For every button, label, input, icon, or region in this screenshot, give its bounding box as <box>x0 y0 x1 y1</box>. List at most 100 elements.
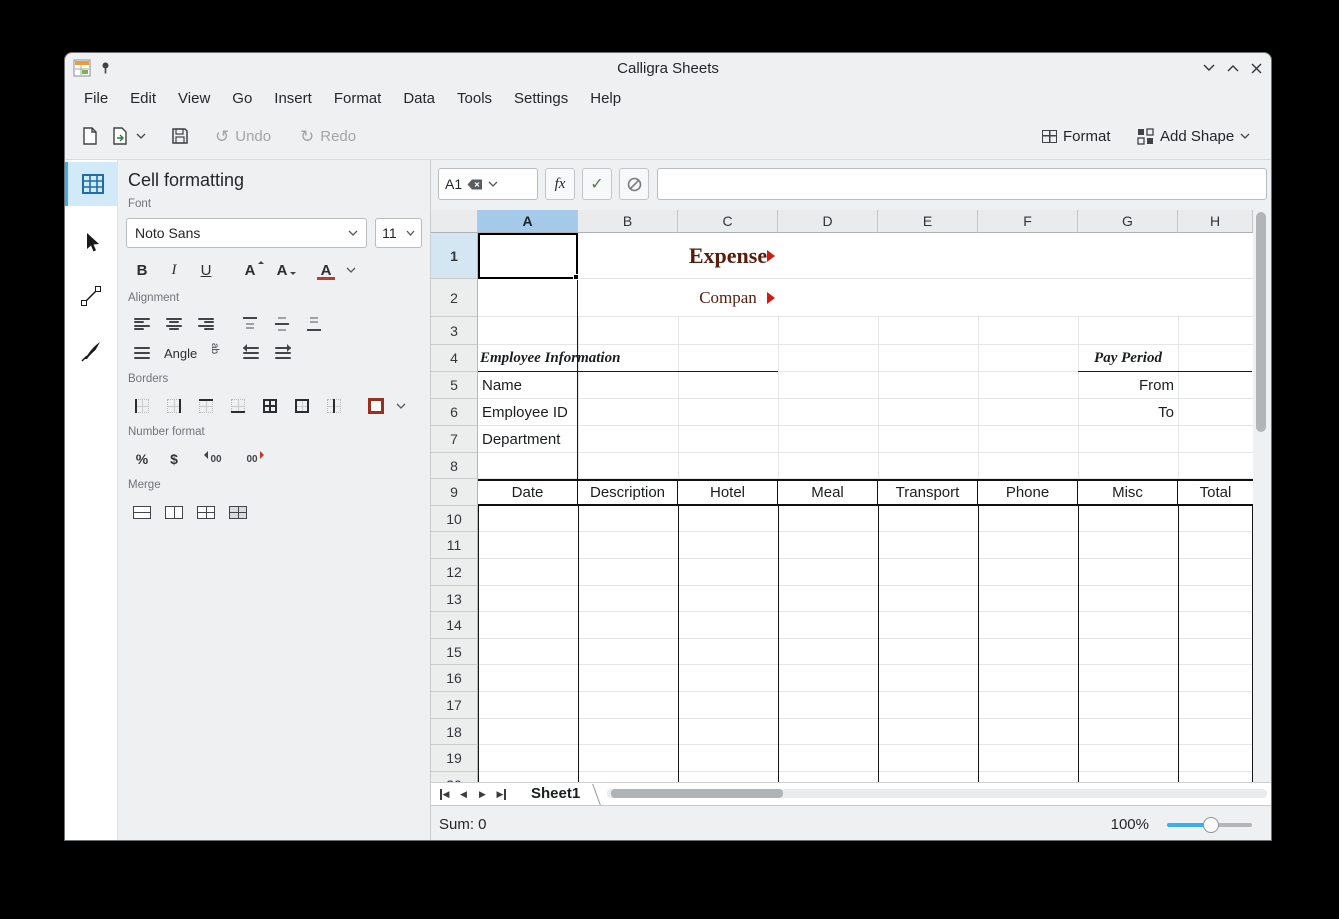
fill-handle[interactable] <box>573 274 579 280</box>
row-header-8[interactable]: 8 <box>431 453 478 479</box>
accept-button[interactable]: ✓ <box>582 168 612 200</box>
column-header-F[interactable]: F <box>978 210 1078 233</box>
cancel-button[interactable] <box>619 168 649 200</box>
precision-more-button[interactable]: 00 <box>202 447 230 471</box>
sheet-tab-active[interactable]: Sheet1 <box>517 783 590 806</box>
cell-employee-information[interactable]: Employee Information <box>480 345 620 372</box>
cell-header-total[interactable]: Total <box>1178 481 1253 504</box>
menu-item[interactable]: Data <box>392 86 446 111</box>
chevron-down-icon[interactable] <box>396 403 406 409</box>
vertical-scrollbar-handle[interactable] <box>1256 212 1266 432</box>
cell-header-description[interactable]: Description <box>578 481 678 504</box>
line-tool-button[interactable] <box>65 276 117 316</box>
align-middle-button[interactable] <box>270 312 294 336</box>
border-bottom-button[interactable] <box>226 394 250 418</box>
border-all-button[interactable] <box>258 394 282 418</box>
align-left-button[interactable] <box>130 312 154 336</box>
redo-button[interactable]: ↻ Redo <box>300 122 356 150</box>
vertical-scrollbar[interactable] <box>1253 210 1269 782</box>
column-header-H[interactable]: H <box>1178 210 1253 233</box>
cell-tool-button[interactable] <box>65 162 117 206</box>
horizontal-scrollbar-handle[interactable] <box>611 789 783 798</box>
column-header-A[interactable]: A <box>478 210 578 233</box>
precision-less-button[interactable]: 00 <box>238 447 266 471</box>
row-header-20[interactable]: 20 <box>431 772 478 782</box>
shrink-font-button[interactable]: A <box>270 258 294 282</box>
row-header-3[interactable]: 3 <box>431 317 478 345</box>
save-button[interactable] <box>170 122 190 150</box>
border-top-button[interactable] <box>194 394 218 418</box>
currency-format-button[interactable]: $ <box>162 447 186 471</box>
row-header-7[interactable]: 7 <box>431 426 478 453</box>
formula-input[interactable] <box>657 168 1267 200</box>
row-header-1[interactable]: 1 <box>431 233 478 279</box>
cell-reference-combo[interactable]: A1 <box>438 168 538 200</box>
cell-header-meal[interactable]: Meal <box>778 481 878 504</box>
font-color-button[interactable]: A <box>314 258 338 282</box>
menu-item[interactable]: Tools <box>446 86 503 111</box>
align-bottom-button[interactable] <box>302 312 326 336</box>
vertical-text-button[interactable] <box>207 341 231 365</box>
menu-item[interactable]: Edit <box>119 86 167 111</box>
row-header-13[interactable]: 13 <box>431 586 478 612</box>
indent-more-button[interactable] <box>271 341 295 365</box>
border-left-button[interactable] <box>130 394 154 418</box>
menu-item[interactable]: View <box>167 86 221 111</box>
selected-cell-outline[interactable] <box>478 233 578 279</box>
minimize-icon[interactable] <box>1201 60 1217 76</box>
row-header-6[interactable]: 6 <box>431 399 478 426</box>
menu-item[interactable]: Settings <box>503 86 579 111</box>
cell-report-title[interactable]: Expense <box>678 233 778 279</box>
column-header-C[interactable]: C <box>678 210 778 233</box>
add-shape-button[interactable]: Add Shape <box>1137 122 1250 150</box>
bold-button[interactable]: B <box>130 258 154 282</box>
border-right-button[interactable] <box>162 394 186 418</box>
align-top-button[interactable] <box>238 312 262 336</box>
row-header-15[interactable]: 15 <box>431 639 478 665</box>
cell-pay-period[interactable]: Pay Period <box>1078 345 1178 372</box>
menu-item[interactable]: File <box>73 86 119 111</box>
cell-name-label[interactable]: Name <box>482 372 522 399</box>
calligraphy-tool-button[interactable] <box>65 330 117 372</box>
font-size-select[interactable]: 11 <box>375 218 422 248</box>
format-button[interactable]: Format <box>1042 122 1111 150</box>
previous-sheet-button[interactable] <box>454 785 473 803</box>
merge-cells-button[interactable] <box>130 500 154 524</box>
row-header-4[interactable]: 4 <box>431 345 478 372</box>
menu-item[interactable]: Help <box>579 86 632 111</box>
new-document-button[interactable] <box>80 122 100 150</box>
maximize-icon[interactable] <box>1225 60 1241 76</box>
clear-icon[interactable] <box>467 179 483 190</box>
merge-vertical-button[interactable] <box>194 500 218 524</box>
align-right-button[interactable] <box>194 312 218 336</box>
column-header-G[interactable]: G <box>1078 210 1178 233</box>
merge-horizontal-button[interactable] <box>162 500 186 524</box>
menu-item[interactable]: Insert <box>263 86 323 111</box>
select-all-corner[interactable] <box>431 210 478 233</box>
column-header-E[interactable]: E <box>878 210 978 233</box>
row-header-5[interactable]: 5 <box>431 372 478 399</box>
wrap-text-button[interactable] <box>130 341 154 365</box>
border-outline-button[interactable] <box>290 394 314 418</box>
row-header-10[interactable]: 10 <box>431 506 478 532</box>
cell-header-phone[interactable]: Phone <box>978 481 1078 504</box>
menu-item[interactable]: Format <box>323 86 393 111</box>
indent-less-button[interactable] <box>239 341 263 365</box>
row-header-19[interactable]: 19 <box>431 745 478 772</box>
zoom-slider[interactable] <box>1167 816 1252 834</box>
font-family-select[interactable]: Noto Sans <box>126 218 367 248</box>
last-sheet-button[interactable] <box>492 785 511 803</box>
open-document-button[interactable] <box>110 122 146 150</box>
grow-font-button[interactable]: A <box>238 258 262 282</box>
cell-header-hotel[interactable]: Hotel <box>678 481 778 504</box>
selection-tool-button[interactable] <box>65 222 117 262</box>
row-header-16[interactable]: 16 <box>431 665 478 692</box>
next-sheet-button[interactable] <box>473 785 492 803</box>
row-header-17[interactable]: 17 <box>431 692 478 719</box>
column-header-B[interactable]: B <box>578 210 678 233</box>
unmerge-cells-button[interactable] <box>226 500 250 524</box>
cell-header-transport[interactable]: Transport <box>878 481 978 504</box>
cell-employee-id-label[interactable]: Employee ID <box>482 399 568 426</box>
chevron-down-icon[interactable] <box>488 181 498 187</box>
row-header-2[interactable]: 2 <box>431 279 478 317</box>
